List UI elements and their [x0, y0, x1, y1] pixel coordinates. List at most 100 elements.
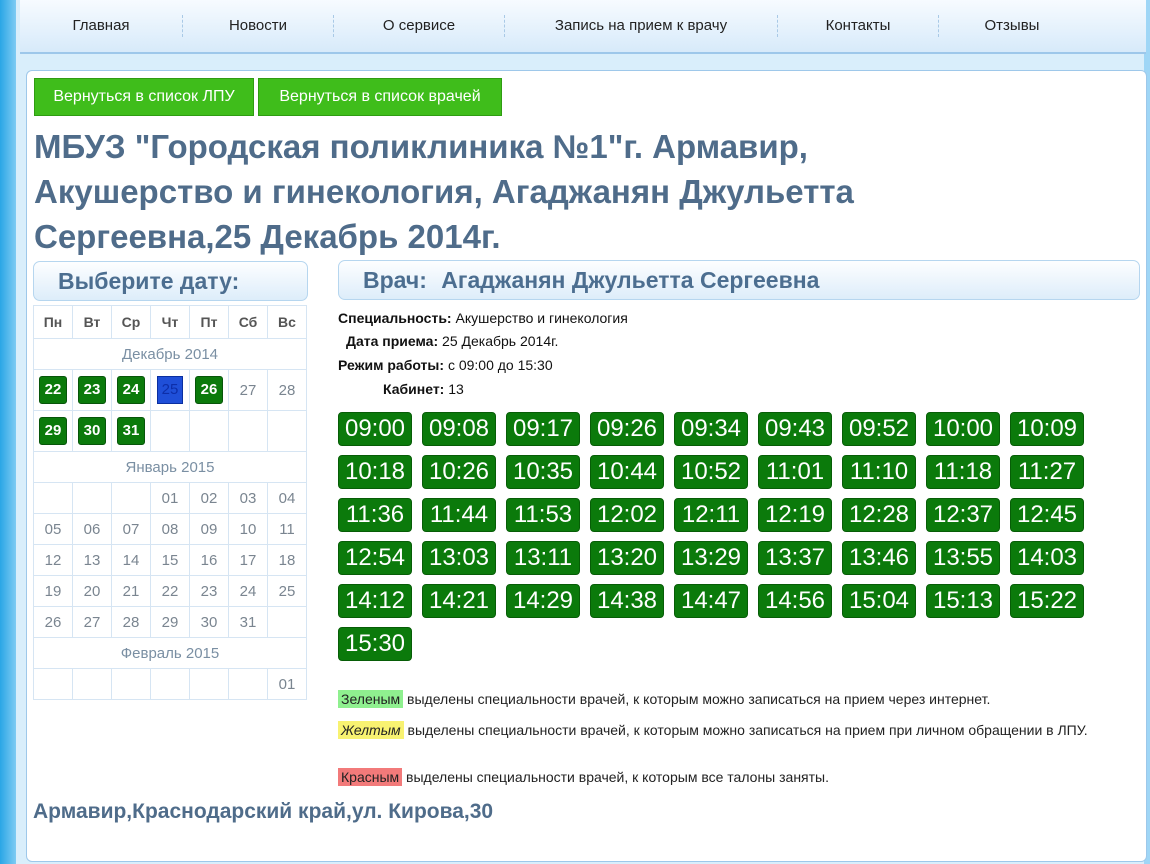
time-slot-button[interactable]: 09:17 — [506, 412, 580, 446]
calendar-day[interactable]: 30 — [78, 417, 106, 445]
clinic-address: Армавир,Краснодарский край,ул. Кирова,30 — [33, 800, 494, 823]
time-slot-button[interactable]: 15:22 — [1010, 584, 1084, 618]
time-slot-button[interactable]: 14:12 — [338, 584, 412, 618]
hours-row: Режим работы: с 09:00 до 15:30 — [338, 357, 553, 373]
back-to-lpu-button[interactable]: Вернуться в список ЛПУ — [34, 78, 254, 116]
calendar-day: 25 — [267, 575, 307, 607]
time-slot-button[interactable]: 09:43 — [758, 412, 832, 446]
nav-news[interactable]: Новости — [183, 15, 334, 37]
calendar-day[interactable]: 29 — [39, 417, 67, 445]
time-slot-button[interactable]: 12:11 — [674, 498, 748, 532]
page-title: МБУЗ "Городская поликлиника №1"г. Армави… — [34, 124, 1034, 259]
room-row: Кабинет: 13 — [383, 381, 464, 397]
calendar-day[interactable]: 22 — [39, 376, 67, 404]
calendar-day: 28 — [267, 369, 307, 411]
doctor-heading-name: Агаджанян Джульетта Сергеевна — [441, 267, 820, 293]
time-slot-button[interactable]: 11:01 — [758, 455, 832, 489]
time-slot-button[interactable]: 14:47 — [674, 584, 748, 618]
weekday-wed: Ср — [111, 305, 151, 339]
nav-contacts[interactable]: Контакты — [778, 15, 939, 37]
calendar-day: 10 — [228, 513, 268, 545]
time-slot-button[interactable]: 10:35 — [506, 455, 580, 489]
time-slot-button[interactable]: 12:02 — [590, 498, 664, 532]
time-slot-button[interactable]: 10:52 — [674, 455, 748, 489]
time-slot-button[interactable]: 13:55 — [926, 541, 1000, 575]
legend-red: Красным выделены специальности врачей, к… — [338, 768, 1128, 786]
legend-red-text: выделены специальности врачей, к которым… — [406, 769, 830, 785]
calendar-day[interactable]: 26 — [195, 376, 223, 404]
calendar-day: 30 — [189, 606, 229, 638]
time-slot-button[interactable]: 12:45 — [1010, 498, 1084, 532]
time-slot-button[interactable]: 11:44 — [422, 498, 496, 532]
time-slot-button[interactable]: 14:21 — [422, 584, 496, 618]
time-slot-button[interactable]: 11:10 — [842, 455, 916, 489]
time-slot-button[interactable]: 11:27 — [1010, 455, 1084, 489]
calendar-day: 05 — [33, 513, 73, 545]
specialty-row: Специальность: Акушерство и гинекология — [338, 310, 628, 326]
time-slot-button[interactable]: 11:18 — [926, 455, 1000, 489]
time-slot-button[interactable]: 09:08 — [422, 412, 496, 446]
hours-value: с 09:00 до 15:30 — [447, 357, 553, 373]
month-label-feb: Февраль 2015 — [33, 637, 307, 669]
time-slot-button[interactable]: 10:44 — [590, 455, 664, 489]
calendar-day: 18 — [267, 544, 307, 576]
back-to-doctors-button[interactable]: Вернуться в список врачей — [258, 78, 502, 116]
time-slot-button[interactable]: 12:37 — [926, 498, 1000, 532]
calendar-day: 06 — [72, 513, 112, 545]
time-slot-button[interactable]: 15:30 — [338, 627, 412, 661]
calendar-day: 26 — [33, 606, 73, 638]
calendar-day: 23 — [189, 575, 229, 607]
weekday-mon: Пн — [33, 305, 73, 339]
time-slot-button[interactable]: 14:38 — [590, 584, 664, 618]
time-slot-button[interactable]: 13:03 — [422, 541, 496, 575]
time-slot-button[interactable]: 14:56 — [758, 584, 832, 618]
time-slot-button[interactable]: 13:20 — [590, 541, 664, 575]
time-slot-button[interactable]: 13:11 — [506, 541, 580, 575]
calendar-day: 19 — [33, 575, 73, 607]
time-slot-button[interactable]: 15:13 — [926, 584, 1000, 618]
weekday-fri: Пт — [189, 305, 229, 339]
legend-yellow-text: выделены специальности врачей, к которым… — [407, 722, 1088, 738]
time-slot-button[interactable]: 12:54 — [338, 541, 412, 575]
date-label: Дата приема: — [346, 333, 439, 349]
calendar-day[interactable]: 24 — [117, 376, 145, 404]
page-title-line3: Сергеевна,25 Декабрь 2014г. — [34, 218, 501, 255]
calendar-day[interactable]: 23 — [78, 376, 106, 404]
page-title-line2: Акушерство и гинекология, Агаджанян Джул… — [34, 173, 854, 210]
calendar-day: 24 — [228, 575, 268, 607]
weekday-thu: Чт — [150, 305, 190, 339]
date-value: 25 Декабрь 2014г. — [442, 333, 559, 349]
time-slot-button[interactable]: 15:04 — [842, 584, 916, 618]
calendar-day-selected[interactable]: 25 — [157, 376, 183, 404]
calendar-day: 29 — [150, 606, 190, 638]
time-slot-button[interactable]: 12:19 — [758, 498, 832, 532]
time-slot-button[interactable]: 10:18 — [338, 455, 412, 489]
time-slot-button[interactable]: 09:34 — [674, 412, 748, 446]
time-slot-button[interactable]: 14:03 — [1010, 541, 1084, 575]
time-slot-button[interactable]: 10:09 — [1010, 412, 1084, 446]
time-slot-button[interactable]: 10:00 — [926, 412, 1000, 446]
nav-home[interactable]: Главная — [20, 15, 183, 37]
time-slot-button[interactable]: 13:37 — [758, 541, 832, 575]
time-slot-button[interactable]: 13:29 — [674, 541, 748, 575]
time-slot-button[interactable]: 10:26 — [422, 455, 496, 489]
time-slot-button[interactable]: 11:36 — [338, 498, 412, 532]
time-slot-button[interactable]: 09:52 — [842, 412, 916, 446]
nav-reviews[interactable]: Отзывы — [939, 15, 1085, 37]
calendar-day[interactable]: 31 — [117, 417, 145, 445]
nav-about[interactable]: О сервисе — [334, 15, 505, 37]
calendar-day: 03 — [228, 482, 268, 514]
calendar-day: 07 — [111, 513, 151, 545]
nav-appointment[interactable]: Запись на прием к врачу — [505, 15, 778, 37]
room-label: Кабинет: — [383, 381, 445, 397]
time-slot-button[interactable]: 14:29 — [506, 584, 580, 618]
time-slot-button[interactable]: 09:00 — [338, 412, 412, 446]
date-row: Дата приема: 25 Декабрь 2014г. — [346, 333, 558, 349]
time-slot-button[interactable]: 11:53 — [506, 498, 580, 532]
doctor-header: Врач: Агаджанян Джульетта Сергеевна — [338, 260, 1140, 300]
hours-label: Режим работы: — [338, 357, 445, 373]
time-slot-button[interactable]: 09:26 — [590, 412, 664, 446]
time-slot-button[interactable]: 12:28 — [842, 498, 916, 532]
time-slot-button[interactable]: 13:46 — [842, 541, 916, 575]
month-label-jan: Январь 2015 — [33, 451, 307, 483]
